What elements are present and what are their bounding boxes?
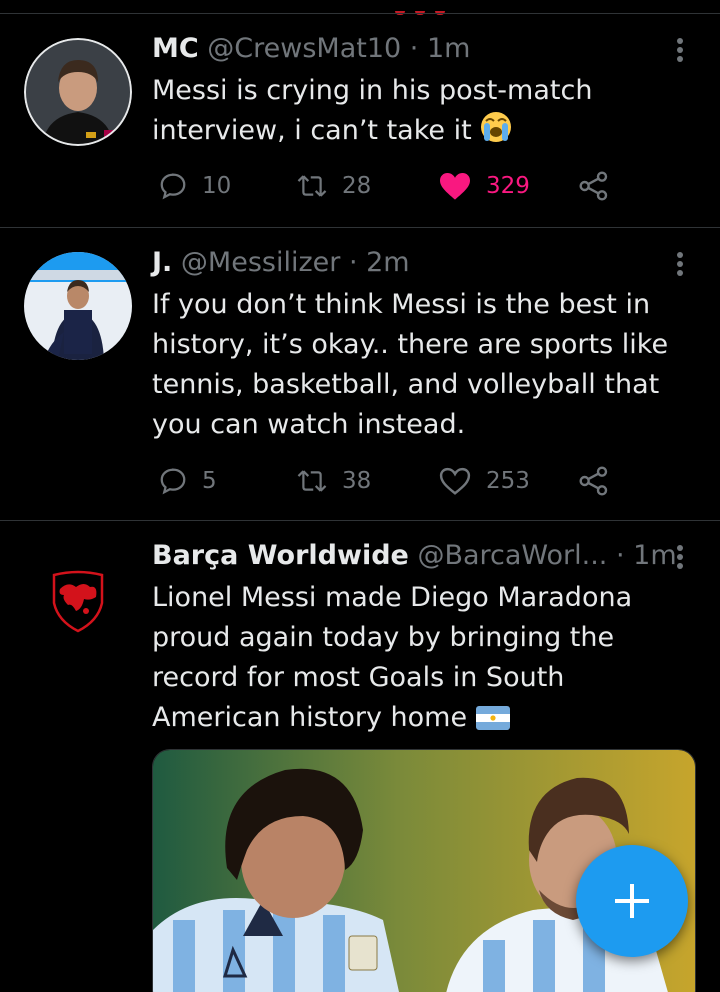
avatar[interactable]	[24, 545, 132, 653]
retweet-button[interactable]: 38	[296, 461, 371, 501]
reply-icon	[160, 173, 186, 200]
reply-button[interactable]: 5	[158, 461, 217, 501]
more-options-icon[interactable]	[672, 545, 688, 575]
reply-button[interactable]: 10	[158, 166, 231, 206]
tweet-actions: 10 28 329	[152, 166, 622, 206]
retweet-icon	[297, 175, 327, 197]
like-count: 329	[486, 173, 530, 199]
reply-count: 10	[202, 173, 232, 199]
argentina-flag-icon	[475, 706, 510, 730]
tweet-text: If you don’t think Messi is the best in …	[152, 289, 669, 440]
timestamp[interactable]: · 2m	[349, 247, 410, 278]
more-options-icon[interactable]	[672, 38, 688, 68]
compose-tweet-button[interactable]	[576, 845, 688, 957]
heart-outline-icon	[439, 467, 471, 495]
handle[interactable]: @BarcaWorl...	[417, 540, 607, 571]
like-button[interactable]: 329	[438, 166, 530, 206]
share-icon	[579, 466, 608, 496]
retweet-icon	[297, 470, 327, 492]
display-name[interactable]: Barça Worldwide	[152, 540, 409, 571]
top-indicator	[395, 0, 465, 15]
like-button[interactable]: 253	[438, 461, 530, 501]
reply-count: 5	[202, 468, 217, 494]
retweet-count: 28	[342, 173, 372, 199]
more-options-icon[interactable]	[672, 252, 688, 282]
tweet-text: Messi is crying in his post-match interv…	[152, 75, 593, 146]
tweet[interactable]: MC @CrewsMat10 · 1m Messi is crying in h…	[0, 14, 720, 228]
heart-filled-icon	[440, 173, 470, 200]
tweet-actions: 5 38 253	[152, 461, 622, 501]
avatar[interactable]	[24, 252, 132, 360]
like-count: 253	[486, 468, 530, 494]
display-name[interactable]: MC	[152, 33, 199, 64]
share-icon	[579, 171, 608, 201]
plus-icon	[615, 884, 649, 918]
share-button[interactable]	[578, 461, 624, 501]
timestamp[interactable]: · 1m	[410, 33, 471, 64]
tweet[interactable]: J. @Messilizer · 2m If you don’t think M…	[0, 228, 720, 521]
barca-worldwide-logo	[24, 545, 132, 653]
handle[interactable]: @CrewsMat10	[207, 33, 401, 64]
retweet-count: 38	[342, 468, 372, 494]
reply-icon	[160, 468, 186, 495]
tweet-header: MC @CrewsMat10 · 1m	[152, 31, 470, 67]
tweet-header: J. @Messilizer · 2m	[152, 245, 410, 281]
timestamp[interactable]: · 1m	[616, 540, 677, 571]
loudly-crying-face-icon	[481, 112, 512, 142]
handle[interactable]: @Messilizer	[181, 247, 340, 278]
display-name[interactable]: J.	[152, 247, 172, 278]
avatar[interactable]	[24, 38, 132, 146]
share-button[interactable]	[578, 166, 624, 206]
tweet-text: Lionel Messi made Diego Maradona proud a…	[152, 582, 633, 733]
retweet-button[interactable]: 28	[296, 166, 371, 206]
tweet-header: Barça Worldwide @BarcaWorl... · 1m	[152, 538, 677, 574]
